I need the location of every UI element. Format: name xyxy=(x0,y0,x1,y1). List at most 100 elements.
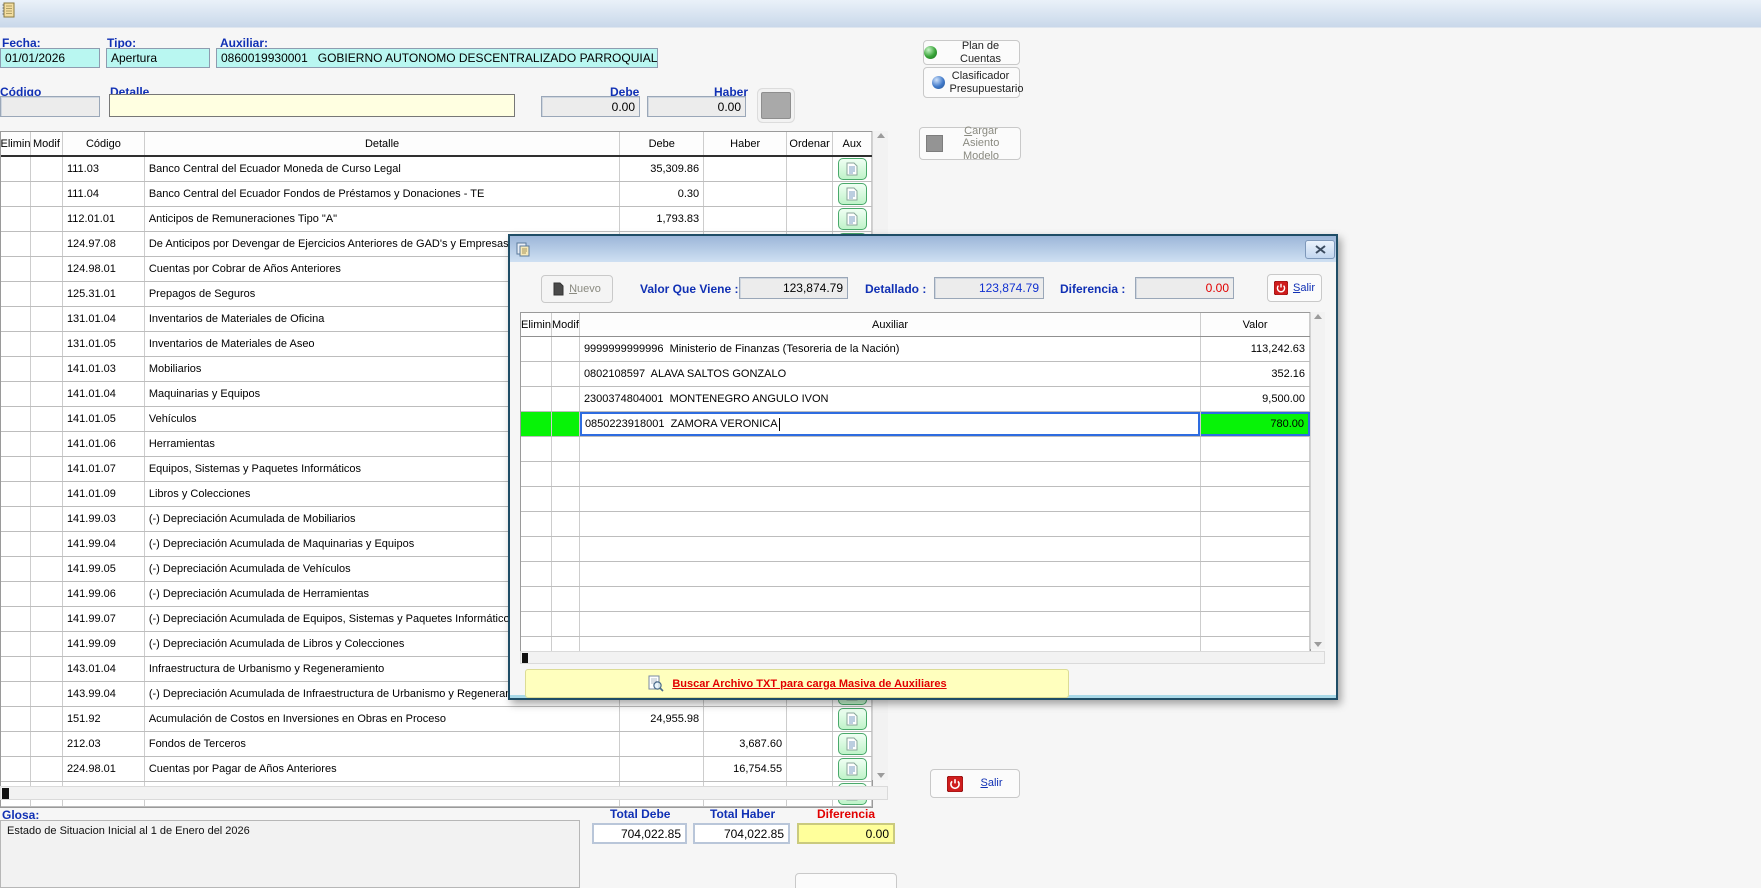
main-col-header: Ordenar xyxy=(787,132,833,155)
aux-button[interactable] xyxy=(838,158,867,180)
aux-cell xyxy=(833,757,872,781)
cell xyxy=(31,407,63,431)
aux-button[interactable] xyxy=(838,183,867,205)
search-doc-icon xyxy=(647,675,664,692)
total-debe-value: 704,022.85 xyxy=(592,823,687,844)
modal-hscroll-thumb[interactable] xyxy=(522,653,528,663)
modal-vscrollbar[interactable] xyxy=(1310,312,1325,649)
nuevo-button[interactable]: Nuevo xyxy=(541,275,613,303)
cell xyxy=(580,487,1201,511)
buscar-txt-link[interactable]: Buscar Archivo TXT para carga Masiva de … xyxy=(672,678,946,690)
main-col-header: Haber xyxy=(704,132,787,155)
aux-button[interactable] xyxy=(838,758,867,780)
cell xyxy=(552,587,580,611)
cell xyxy=(704,707,787,731)
salir-button[interactable]: Salir xyxy=(930,769,1020,798)
gray-square-button[interactable] xyxy=(761,92,791,119)
cargar-asiento-button[interactable]: Cargar Asiento Modelo xyxy=(919,127,1021,160)
hscroll-thumb[interactable] xyxy=(2,788,9,799)
cell xyxy=(521,562,552,586)
cell: 141.01.05 xyxy=(63,407,145,431)
scroll-up-icon xyxy=(877,133,885,138)
cargar-asiento-label: Cargar Asiento Modelo xyxy=(948,125,1014,163)
cell: 143.01.04 xyxy=(63,657,145,681)
close-icon xyxy=(1315,245,1326,254)
window-title-strip xyxy=(0,0,1761,28)
cell: 143.99.04 xyxy=(63,682,145,706)
cell xyxy=(1,457,31,481)
dialog-title-bar xyxy=(510,236,1336,262)
modal-table-row[interactable]: 9999999999996 Ministerio de Finanzas (Te… xyxy=(521,337,1310,362)
buscar-txt-bar[interactable]: Buscar Archivo TXT para carga Masiva de … xyxy=(525,669,1069,698)
diferencia-modal-label: Diferencia : xyxy=(1060,282,1125,296)
table-row[interactable]: 212.03Fondos de Terceros3,687.60 xyxy=(1,732,872,757)
diferencia-label: Diferencia xyxy=(817,807,875,821)
table-row[interactable]: 111.04Banco Central del Ecuador Fondos d… xyxy=(1,182,872,207)
table-row[interactable]: 112.01.01Anticipos de Remuneraciones Tip… xyxy=(1,207,872,232)
table-row[interactable]: 151.92Acumulación de Costos en Inversion… xyxy=(1,707,872,732)
gray-square-icon xyxy=(926,135,943,152)
cell xyxy=(620,732,704,756)
cell xyxy=(1201,537,1310,561)
text-caret xyxy=(779,418,780,431)
modal-table-row-empty xyxy=(521,437,1310,462)
cell xyxy=(31,332,63,356)
modal-table-row-empty xyxy=(521,587,1310,612)
auxiliar-input[interactable]: 0860019930001 GOBIERNO AUTONOMO DESCENTR… xyxy=(216,48,658,68)
haber-input[interactable]: 0.00 xyxy=(647,96,746,117)
close-button[interactable] xyxy=(1305,240,1335,259)
cell xyxy=(552,612,580,636)
cell xyxy=(1,582,31,606)
aux-button[interactable] xyxy=(838,733,867,755)
cell: 151.92 xyxy=(63,707,145,731)
main-col-header: Debe xyxy=(620,132,704,155)
clasificador-button[interactable]: Clasificador Presupuestario xyxy=(923,67,1020,98)
main-hscrollbar[interactable] xyxy=(0,786,888,800)
modal-table-row[interactable]: 2300374804001 MONTENEGRO ANGULO IVON9,50… xyxy=(521,387,1310,412)
cell xyxy=(31,682,63,706)
modal-hscrollbar[interactable] xyxy=(520,651,1325,664)
codigo-input[interactable] xyxy=(0,96,100,117)
modal-table-row[interactable]: 0802108597 ALAVA SALTOS GONZALO352.16 xyxy=(521,362,1310,387)
cell xyxy=(787,732,833,756)
cell xyxy=(704,157,787,181)
detalle-input[interactable] xyxy=(109,94,515,117)
plan-de-cuentas-button[interactable]: Plan de Cuentas xyxy=(923,40,1020,65)
cell xyxy=(31,457,63,481)
modal-col-header: Valor xyxy=(1201,313,1310,336)
aux-cell xyxy=(833,207,872,231)
table-row[interactable]: 111.03Banco Central del Ecuador Moneda d… xyxy=(1,157,872,182)
cell xyxy=(580,537,1201,561)
fecha-input[interactable]: 01/01/2026 xyxy=(0,48,100,68)
aux-button[interactable] xyxy=(838,708,867,730)
cell xyxy=(580,562,1201,586)
aux-button[interactable] xyxy=(838,208,867,230)
cell xyxy=(521,512,552,536)
cell xyxy=(1,282,31,306)
cell xyxy=(580,462,1201,486)
cell: 141.99.09 xyxy=(63,632,145,656)
cell xyxy=(31,757,63,781)
main-col-header: Detalle xyxy=(145,132,620,155)
cell xyxy=(552,412,580,436)
table-row[interactable]: 224.98.01Cuentas por Pagar de Años Anter… xyxy=(1,757,872,782)
glosa-textarea[interactable]: Estado de Situacion Inicial al 1 de Ener… xyxy=(0,820,580,888)
cell xyxy=(552,487,580,511)
cell xyxy=(31,532,63,556)
tipo-input[interactable]: Apertura xyxy=(106,48,210,68)
partial-button-cropped[interactable] xyxy=(795,873,897,888)
cell xyxy=(31,657,63,681)
modal-table-row-active[interactable]: 0850223918001 ZAMORA VERONICA780.00 xyxy=(521,412,1310,437)
cell xyxy=(31,282,63,306)
doc-icon xyxy=(846,762,858,776)
cell xyxy=(521,487,552,511)
aux-edit-cell: 0850223918001 ZAMORA VERONICA xyxy=(580,412,1201,436)
modal-salir-button[interactable]: Salir xyxy=(1267,274,1322,302)
cell xyxy=(31,607,63,631)
cell: 141.01.03 xyxy=(63,357,145,381)
debe-input[interactable]: 0.00 xyxy=(541,96,640,117)
modal-table-row-empty xyxy=(521,487,1310,512)
cell: 111.03 xyxy=(63,157,145,181)
active-row-input[interactable]: 0850223918001 ZAMORA VERONICA xyxy=(580,412,1200,436)
cell xyxy=(1,332,31,356)
